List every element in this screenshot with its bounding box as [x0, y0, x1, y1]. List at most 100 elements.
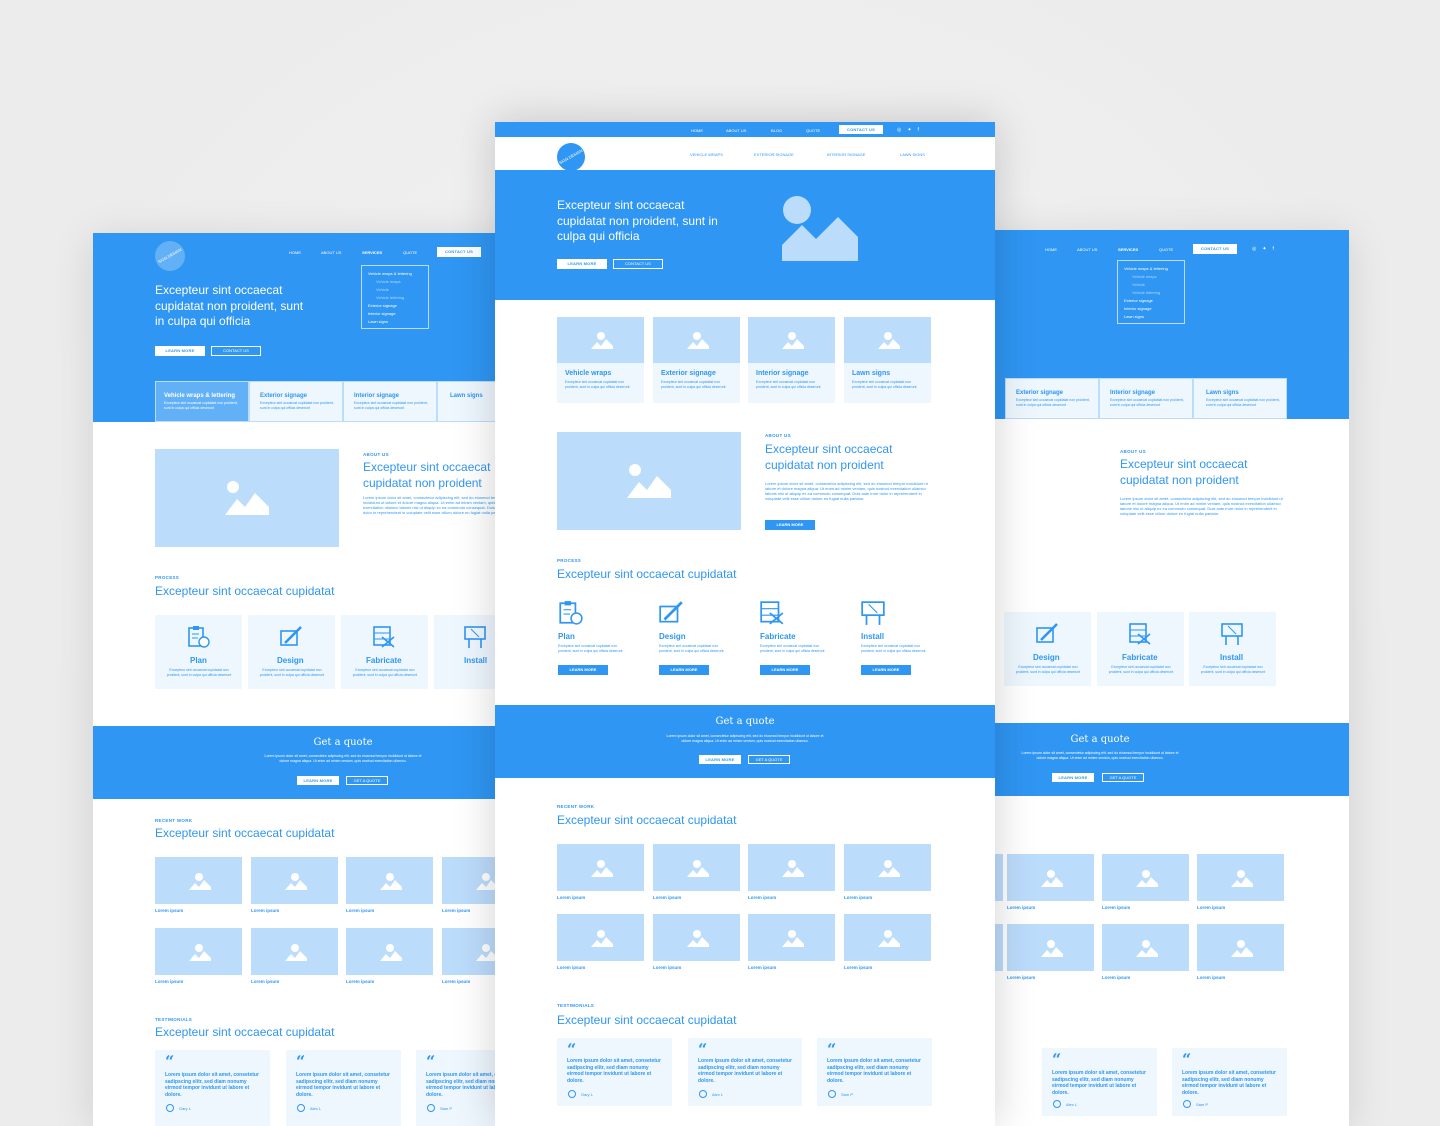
- process-card-fabricate[interactable]: Fabricate Excepteur sint occaecat cupida…: [341, 615, 428, 689]
- nav-about[interactable]: ABOUT US: [321, 250, 341, 255]
- nav-services[interactable]: SERVICES: [1118, 247, 1138, 252]
- process-learn-button[interactable]: LEARN MORE: [558, 665, 608, 675]
- service-card[interactable]: Lawn signs Excepteur sint occaecat cupida…: [844, 317, 931, 403]
- services-dropdown[interactable]: Vehicle wraps & lettering Vehicle wraps …: [361, 265, 429, 329]
- nav-quote[interactable]: QUOTE: [806, 128, 820, 133]
- work-thumbnail[interactable]: [557, 317, 644, 363]
- dropdown-item[interactable]: Interior signage: [1124, 305, 1178, 313]
- work-thumbnail[interactable]: [1102, 924, 1189, 971]
- social-icons[interactable]: ◎✦f: [1252, 246, 1280, 252]
- work-thumbnail[interactable]: [1007, 854, 1094, 901]
- tab-1[interactable]: Vehicle wraps & lettering Excepteur sint…: [155, 381, 249, 422]
- dropdown-item[interactable]: Vehicle: [368, 286, 422, 294]
- testimonial-text: Lorem ipsum dolor sit amet, consetetur s…: [698, 1058, 792, 1084]
- tab-3[interactable]: Interior signage Excepteur sint occaecat…: [1099, 378, 1193, 419]
- dropdown-item[interactable]: Vehicle wraps & lettering: [1124, 265, 1178, 273]
- quote-get-button[interactable]: GET A QUOTE: [1102, 773, 1144, 782]
- work-thumbnail[interactable]: [557, 844, 644, 891]
- nav-contact-button[interactable]: CONTACT US: [437, 247, 481, 257]
- service-card[interactable]: Vehicle wraps Excepteur sint occaecat cup…: [557, 317, 644, 403]
- process-title-design: Design: [1033, 653, 1060, 662]
- work-thumbnail[interactable]: [251, 928, 338, 975]
- install-icon: [1221, 623, 1243, 645]
- quote-get-button[interactable]: GET A QUOTE: [748, 755, 790, 764]
- nav-about[interactable]: ABOUT US: [726, 128, 746, 133]
- work-thumbnail[interactable]: [155, 857, 242, 904]
- nav-home[interactable]: HOME: [289, 250, 301, 255]
- work-thumbnail[interactable]: [557, 914, 644, 961]
- work-thumbnail[interactable]: [748, 844, 835, 891]
- work-thumbnail[interactable]: [844, 317, 931, 363]
- tab-2[interactable]: Exterior signage Excepteur sint occaecat…: [249, 381, 343, 422]
- subnav-interior[interactable]: INTERIOR SIGNAGE: [827, 152, 865, 157]
- process-card-plan[interactable]: Plan Excepteur sint occaecat cupidatat n…: [155, 615, 242, 689]
- nav-contact-button[interactable]: CONTACT US: [839, 125, 883, 134]
- subnav-vehicle[interactable]: VEHICLE WRAPS: [690, 152, 723, 157]
- quote-learn-button[interactable]: LEARN MORE: [297, 776, 339, 785]
- work-thumbnail[interactable]: [346, 928, 433, 975]
- services-dropdown[interactable]: Vehicle wraps & lettering Vehicle wraps …: [1117, 260, 1185, 324]
- process-learn-button[interactable]: LEARN MORE: [861, 665, 911, 675]
- hero-learn-button[interactable]: LEARN MORE: [155, 346, 205, 356]
- work-thumbnail[interactable]: [653, 317, 740, 363]
- about-learn-button[interactable]: LEARN MORE: [765, 520, 815, 530]
- dropdown-item[interactable]: Vehicle lettering: [368, 294, 422, 302]
- dropdown-item[interactable]: Vehicle wraps: [368, 278, 422, 286]
- nav-services[interactable]: SERVICES: [362, 250, 382, 255]
- logo-text: SIGN DESIGN: [157, 246, 183, 265]
- work-thumbnail[interactable]: [251, 857, 338, 904]
- work-thumbnail[interactable]: [346, 857, 433, 904]
- quote-get-button[interactable]: GET A QUOTE: [346, 776, 388, 785]
- nav-quote[interactable]: QUOTE: [403, 250, 417, 255]
- dropdown-item[interactable]: Vehicle: [1124, 281, 1178, 289]
- subnav-lawn[interactable]: LAWN SIGNS: [900, 152, 925, 157]
- service-card[interactable]: Interior signage Excepteur sint occaecat …: [748, 317, 835, 403]
- work-thumbnail[interactable]: [844, 844, 931, 891]
- subnav-exterior[interactable]: EXTERIOR SIGNAGE: [754, 152, 794, 157]
- process-learn-button[interactable]: LEARN MORE: [659, 665, 709, 675]
- work-thumbnail[interactable]: [155, 928, 242, 975]
- work-thumbnail[interactable]: [1197, 854, 1284, 901]
- nav-about[interactable]: ABOUT US: [1077, 247, 1097, 252]
- nav-quote[interactable]: QUOTE: [1159, 247, 1173, 252]
- dropdown-item[interactable]: Lawn signs: [368, 318, 422, 326]
- nav-home[interactable]: HOME: [1045, 247, 1057, 252]
- social-icons[interactable]: ◎✦f: [897, 127, 925, 133]
- service-title: Vehicle wraps: [565, 370, 612, 377]
- hero-learn-button[interactable]: LEARN MORE: [557, 259, 607, 269]
- tab-text: Excepteur sint occaecat cupidatat non pr…: [1110, 398, 1184, 407]
- work-thumbnail[interactable]: [653, 844, 740, 891]
- dropdown-item[interactable]: Exterior signage: [368, 302, 422, 310]
- work-thumbnail[interactable]: [1197, 924, 1284, 971]
- quote-learn-button[interactable]: LEARN MORE: [699, 755, 741, 764]
- dropdown-item[interactable]: Vehicle wraps & lettering: [368, 270, 422, 278]
- work-thumbnail[interactable]: [748, 317, 835, 363]
- work-thumbnail[interactable]: [1102, 854, 1189, 901]
- dropdown-item[interactable]: Lawn signs: [1124, 313, 1178, 321]
- work-caption: Lorem ipsum: [346, 908, 375, 913]
- process-learn-button[interactable]: LEARN MORE: [760, 665, 810, 675]
- dropdown-item[interactable]: Exterior signage: [1124, 297, 1178, 305]
- quote-learn-button[interactable]: LEARN MORE: [1052, 773, 1094, 782]
- process-card-design[interactable]: Design Excepteur sint occaecat cupidatat…: [1004, 612, 1091, 686]
- tab-3[interactable]: Interior signage Excepteur sint occaecat…: [343, 381, 437, 422]
- work-thumbnail[interactable]: [1007, 924, 1094, 971]
- nav-blog[interactable]: BLOG: [771, 128, 782, 133]
- dropdown-item[interactable]: Vehicle wraps: [1124, 273, 1178, 281]
- process-card-fabricate[interactable]: Fabricate Excepteur sint occaecat cupida…: [1097, 612, 1184, 686]
- work-thumbnail[interactable]: [844, 914, 931, 961]
- process-card-install[interactable]: Install Excepteur sint occaecat cupidata…: [1189, 612, 1276, 686]
- tab-2[interactable]: Exterior signage Excepteur sint occaecat…: [1005, 378, 1099, 419]
- service-card[interactable]: Exterior signage Excepteur sint occaecat …: [653, 317, 740, 403]
- hero-contact-button[interactable]: CONTACT US: [613, 259, 663, 269]
- dropdown-item[interactable]: Interior signage: [368, 310, 422, 318]
- avatar: [1053, 1100, 1061, 1108]
- hero-contact-button[interactable]: CONTACT US: [211, 346, 261, 356]
- nav-home[interactable]: HOME: [691, 128, 703, 133]
- dropdown-item[interactable]: Vehicle lettering: [1124, 289, 1178, 297]
- work-thumbnail[interactable]: [748, 914, 835, 961]
- work-thumbnail[interactable]: [653, 914, 740, 961]
- nav-contact-button[interactable]: CONTACT US: [1193, 244, 1237, 254]
- process-card-design[interactable]: Design Excepteur sint occaecat cupidatat…: [248, 615, 335, 689]
- tab-4[interactable]: Lawn signs Excepteur sint occaecat cupid…: [1193, 378, 1287, 419]
